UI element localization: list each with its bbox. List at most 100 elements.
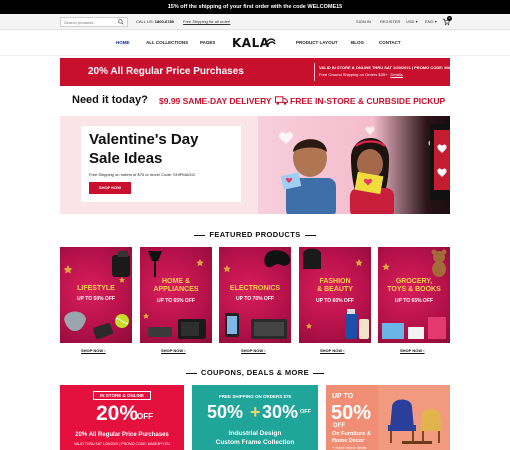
shop-now-lifestyle[interactable]: SHOP NOW › (81, 348, 106, 353)
fashion-beauty-icon (303, 248, 369, 339)
featured-products-heading: FEATURED PRODUCTS (60, 230, 450, 242)
chevron-down-icon: ▾ (434, 19, 437, 24)
tile-fashion-beauty[interactable]: FASHION & BEAUTY UP TO 60% OFF (299, 247, 371, 343)
furniture-image (378, 385, 450, 450)
search-placeholder: Search products... (64, 20, 97, 25)
free-shipping-link[interactable]: Free Shipping for all order! (183, 19, 230, 24)
same-day-delivery[interactable]: $9.99 SAME-DAY DELIVERY (159, 96, 272, 106)
call-us: CALL US: 1800-6789 (136, 19, 174, 24)
coupon3-more[interactable]: + more home deals (332, 445, 366, 450)
coupon2-line2: Custom Frame Collection (215, 439, 295, 446)
tile-home-appliances[interactable]: HOME & APPLIANCES UP TO 65% OFF (140, 247, 212, 343)
shop-now-electronics[interactable]: SHOP NOW › (241, 348, 266, 353)
tile-grocery-title-2: TOYS & BOOKS (387, 286, 441, 293)
promo-shipping-note: Free Ground Shipping on Orders $35+ Deta… (319, 72, 403, 77)
promo-divider (314, 63, 315, 81)
coupon-furniture-decor[interactable]: UP TO 50% OFF On Furniture & Home Decor … (326, 385, 450, 450)
shop-now-home[interactable]: SHOP NOW › (161, 348, 186, 353)
grocery-toys-books-icon (382, 249, 447, 339)
featured-title: FEATURED PRODUCTS (209, 230, 301, 239)
coupon2-percent2: 30% (262, 402, 299, 422)
delivery-strip: Need it today? $9.99 SAME-DAY DELIVERY F… (60, 90, 450, 112)
coupon-industrial-design[interactable]: FREE SHIPPING ON ORDERS $75 50% + 30% OF… (192, 385, 318, 450)
search-input[interactable]: Search products... (60, 17, 128, 27)
coupons-heading: COUPONS, DEALS & MORE (60, 368, 450, 380)
tile-grocery-title-1: GROCERY, (395, 278, 433, 285)
coupon3-off: OFF (333, 423, 345, 429)
coupon1-small: VALID THRU SAT 1/30/2021 | PROMO CODE: M… (74, 442, 170, 446)
coupon3-up-to: UP TO (332, 393, 354, 400)
main-nav: HOME ALL COLLECTIONS PAGES KALA PRODUCT … (0, 30, 510, 56)
nav-product-layout[interactable]: PRODUCT LAYOUT (296, 40, 338, 45)
electronics-icon (223, 250, 291, 339)
sign-in-link[interactable]: SIGN IN (356, 19, 371, 24)
coupon2-top: FREE SHIPPING ON ORDERS $75 (218, 394, 292, 399)
coupon1-percent: 20% (96, 402, 139, 425)
promo-shipping-text: Free Ground Shipping on Orders $35+ (319, 72, 388, 77)
hero-photo (258, 116, 450, 214)
need-it-today-heading: Need it today? (72, 94, 148, 106)
tile-fashion-discount: UP TO 60% OFF (316, 298, 354, 304)
tile-home-title-1: HOME & (162, 278, 190, 285)
shop-now-grocery[interactable]: SHOP NOW › (400, 348, 425, 353)
currency-select[interactable]: USD ▾ (406, 19, 418, 24)
nav-pages[interactable]: PAGES (200, 40, 215, 45)
hero-title-line2: Sale Ideas (89, 150, 163, 167)
promo-details-link[interactable]: Details (391, 72, 403, 77)
tile-electronics-title: ELECTRONICS (229, 285, 281, 292)
coupon1-line: 20% All Regular Price Purchases (75, 432, 169, 438)
lifestyle-products-icon (63, 251, 130, 340)
nav-all-collections[interactable]: ALL COLLECTIONS (146, 40, 188, 45)
coupons-title: COUPONS, DEALS & MORE (201, 368, 309, 377)
coupon2-off: OFF (300, 409, 311, 415)
hero-card: Valentine's Day Sale Ideas Free Shipping… (81, 126, 241, 202)
logo-mark-icon (264, 38, 276, 47)
tile-grocery-discount: UP TO 65% OFF (395, 298, 433, 304)
nav-home[interactable]: HOME (116, 40, 130, 45)
heading-rule-right (304, 234, 316, 236)
coupon2-percent1: 50% (207, 402, 244, 422)
search-icon[interactable] (118, 19, 124, 25)
hero-subtitle: Free Shipping on orders of $75 or more! … (89, 172, 196, 177)
utility-bar: Search products... CALL US: 1800-6789 Fr… (0, 14, 510, 30)
truck-icon (275, 96, 288, 105)
tile-lifestyle-discount: UP TO 50% OFF (77, 296, 115, 302)
announcement-bar: 15% off the shipping of your first order… (0, 0, 510, 14)
language-select[interactable]: ENG ▾ (425, 19, 437, 24)
tile-fashion-title-2: & BEAUTY (317, 286, 353, 293)
register-link[interactable]: REGISTER (380, 19, 400, 24)
coupon-in-store-online[interactable]: IN STORE & ONLINE 20% OFF 20% All Regula… (60, 385, 184, 450)
hero-banner[interactable]: Valentine's Day Sale Ideas Free Shipping… (60, 116, 450, 214)
heading-rule-left (194, 234, 206, 236)
home-appliances-icon (143, 251, 206, 339)
currency-value: USD (406, 19, 415, 24)
cart-count-badge: 0 (447, 16, 452, 21)
promo-banner[interactable]: 20% All Regular Price Purchases VALID IN… (60, 58, 470, 86)
call-label: CALL US: (136, 19, 154, 24)
hero-illustration (279, 124, 450, 214)
tile-grocery-toys-books[interactable]: GROCERY, TOYS & BOOKS UP TO 65% OFF (378, 247, 450, 343)
tile-electronics-discount: UP TO 70% OFF (236, 296, 274, 302)
promo-headline: 20% All Regular Price Purchases (88, 66, 244, 77)
coupon2-line1: Industrial Design (228, 430, 282, 437)
nav-contact[interactable]: CONTACT (379, 40, 401, 45)
promo-validity: VALID IN STORE & ONLINE THRU SAT 1/30/20… (319, 65, 471, 70)
tile-electronics[interactable]: ELECTRONICS UP TO 70% OFF (219, 247, 291, 343)
nav-blog[interactable]: BLOG (351, 40, 364, 45)
coupon3-line1: On Furniture & (332, 431, 371, 437)
tile-fashion-title-1: FASHION (319, 278, 351, 285)
hero-title-line1: Valentine's Day (89, 131, 199, 148)
language-value: ENG (425, 19, 434, 24)
coupon3-percent: 50% (331, 402, 372, 424)
chevron-down-icon: ▾ (415, 19, 418, 24)
heading-rule-right (313, 372, 324, 374)
call-number[interactable]: 1800-6789 (155, 19, 174, 24)
hero-shop-now-button[interactable]: SHOP NOW (89, 182, 131, 194)
coupon1-tag: IN STORE & ONLINE (93, 391, 151, 400)
tile-lifestyle[interactable]: LIFESTYLE UP TO 50% OFF (60, 247, 132, 343)
shop-now-fashion[interactable]: SHOP NOW › (320, 348, 345, 353)
free-pickup[interactable]: FREE IN-STORE & CURBSIDE PICKUP (290, 96, 445, 106)
heading-rule-left (186, 372, 197, 374)
tile-home-title-2: APPLIANCES (153, 286, 199, 293)
coupon1-off: OFF (137, 412, 153, 421)
